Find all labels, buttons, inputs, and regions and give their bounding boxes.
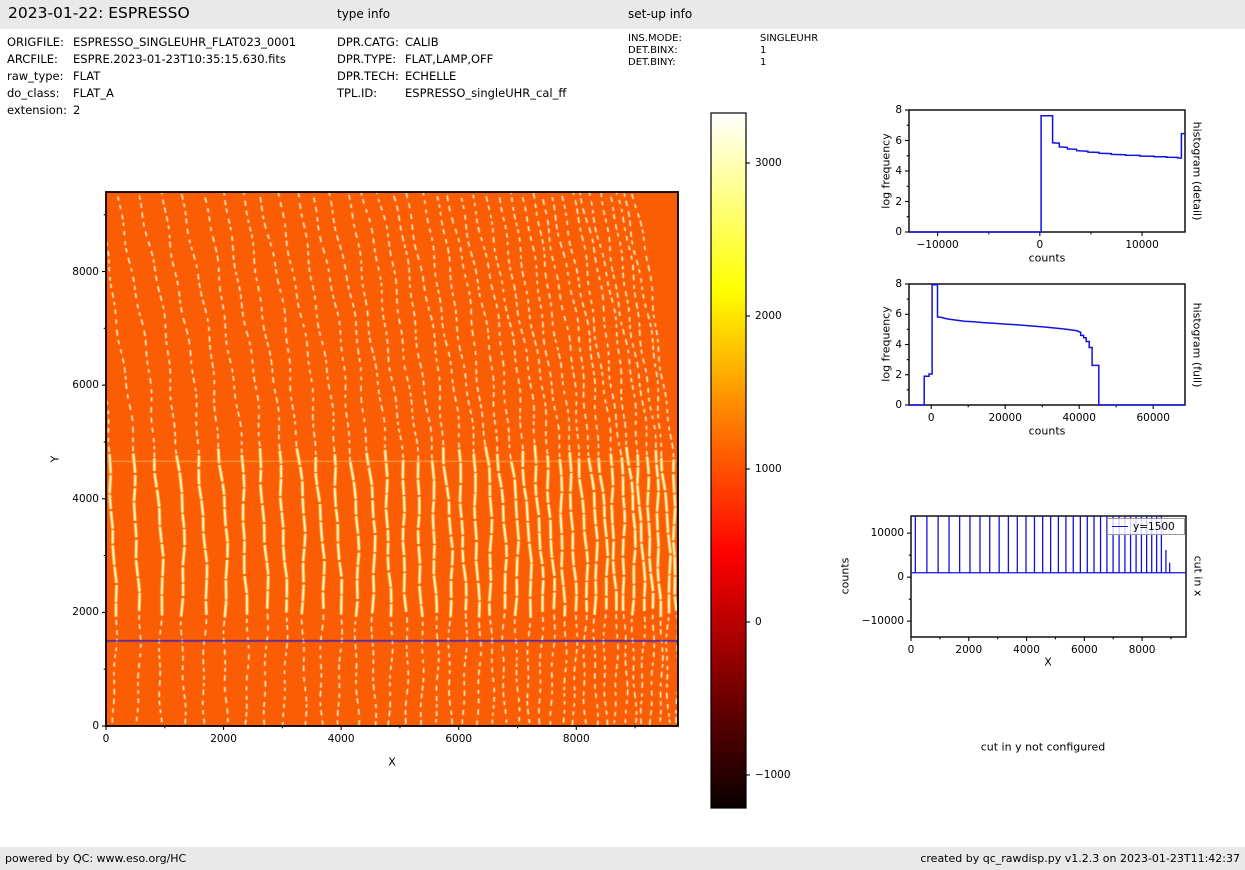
x-tick-label: 4000	[1013, 644, 1040, 656]
colorbar-tick-label: 2000	[755, 310, 782, 322]
y-tick-label: 0	[92, 720, 99, 732]
y-tick-label: 0	[897, 571, 904, 584]
x-tick-label: 20000	[988, 412, 1022, 424]
y-tick-label: 8000	[72, 265, 99, 278]
colorbar-tick-label: −1000	[755, 768, 791, 781]
x-tick-label: −10000	[916, 239, 959, 251]
hist-detail-side-label: histogram (detail)	[1190, 121, 1204, 221]
panel-frame	[105, 191, 679, 727]
x-tick-label: 6000	[1070, 644, 1098, 656]
hist-full-xlabel: counts	[1028, 424, 1066, 438]
legend-line-sample	[1112, 526, 1128, 527]
panel-frame	[908, 109, 1186, 233]
y-tick-label: 8	[895, 278, 902, 290]
colorbar-tick-label: 3000	[755, 157, 782, 170]
cut-y-note: cut in y not configured	[980, 740, 1106, 754]
y-tick-label: −10000	[861, 615, 904, 628]
qc-report-page: 2023-01-22: ESPRESSO type info set-up in…	[0, 0, 1245, 870]
y-tick-label: 8	[895, 104, 902, 116]
y-tick-label: 2	[895, 368, 902, 381]
y-tick-label: 4000	[72, 492, 99, 505]
y-tick-label: 10000	[870, 527, 904, 540]
x-tick-label: 4000	[327, 733, 355, 745]
x-tick-label: 60000	[1136, 412, 1170, 424]
y-tick-label: 2	[895, 195, 902, 208]
legend-label: y=1500	[1133, 520, 1175, 533]
colorbar-tick-label: 1000	[755, 462, 782, 475]
main-ylabel: Y	[48, 455, 62, 463]
footer-right: created by qc_rawdisp.py v1.2.3 on 2023-…	[920, 852, 1240, 865]
footer-left: powered by QC: www.eso.org/HC	[5, 852, 187, 865]
x-tick-label: 40000	[1062, 412, 1096, 424]
y-tick-label: 6	[895, 134, 902, 147]
panel-frame	[710, 112, 747, 809]
x-tick-label: 8000	[1128, 644, 1156, 656]
x-tick-label: 0	[907, 644, 915, 656]
y-tick-label: 2000	[72, 606, 99, 619]
x-tick-label: 2000	[210, 733, 237, 745]
x-tick-label: 0	[927, 412, 935, 424]
hist-full-side-label: histogram (full)	[1190, 302, 1204, 388]
hist-detail-ylabel: log frequency	[879, 133, 893, 209]
hist-detail-xlabel: counts	[1028, 251, 1066, 265]
histogram-curve	[909, 284, 1185, 406]
y-tick-label: 6	[895, 308, 902, 321]
panel-frame	[908, 283, 1186, 406]
cut-xlabel: X	[1044, 655, 1052, 669]
histogram-curve	[909, 115, 1185, 233]
x-tick-label: 8000	[562, 733, 590, 745]
y-tick-label: 4	[895, 338, 902, 351]
y-tick-label: 6000	[72, 379, 99, 392]
colorbar-tick-label: 0	[755, 615, 762, 628]
footer-bar: powered by QC: www.eso.org/HC created by…	[0, 847, 1245, 870]
y-tick-label: 0	[895, 399, 902, 411]
cut-ylabel: counts	[838, 557, 852, 595]
y-tick-label: 0	[895, 226, 902, 238]
x-tick-label: 2000	[955, 644, 983, 656]
x-tick-label: 10000	[1125, 239, 1159, 251]
x-tick-label: 0	[1036, 239, 1044, 251]
hist-full-ylabel: log frequency	[879, 306, 893, 382]
x-tick-label: 0	[102, 733, 110, 745]
x-tick-label: 6000	[445, 733, 473, 745]
cut-side-label: cut in x	[1191, 555, 1205, 597]
y-tick-label: 4	[895, 165, 902, 177]
cut-legend: y=1500	[1107, 518, 1185, 535]
main-xlabel: X	[388, 755, 396, 769]
